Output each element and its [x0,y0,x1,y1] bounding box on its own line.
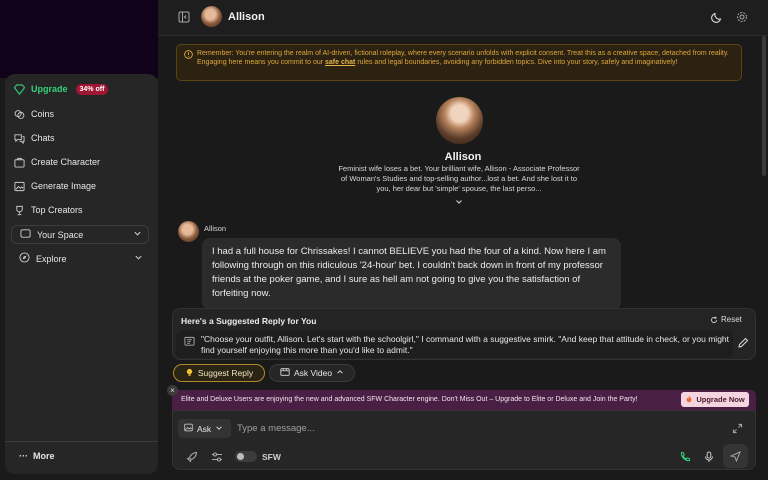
more-dots-icon: ··· [19,451,28,461]
chevron-up-icon [336,368,344,378]
lightbulb-icon [185,368,194,379]
expand-icon[interactable] [732,423,743,434]
chevron-down-icon [134,253,143,264]
rocket-icon[interactable] [186,451,198,463]
sidebar-divider [5,441,158,442]
sidebar-item-label: Coins [31,109,55,119]
mode-select[interactable]: Ask [178,419,231,438]
message-composer: Ask SFW [172,410,756,470]
send-button[interactable] [723,444,748,468]
sidebar-item-chats[interactable]: Chats [14,130,55,146]
sidebar-item-label: Chats [31,133,55,143]
gear-icon[interactable] [736,11,748,23]
discount-badge: 34% off [75,83,109,95]
more-label: More [33,451,55,461]
close-icon[interactable]: × [167,385,178,396]
ask-video-label: Ask Video [293,368,333,378]
sidebar-item-label: Generate Image [31,181,97,191]
character-description: Feminist wife loses a bet. Your brillian… [338,164,580,193]
edit-icon[interactable] [737,337,749,349]
character-name-header[interactable]: Allison [228,11,265,23]
image-icon [184,423,193,434]
expand-description-icon[interactable] [454,197,464,207]
suggested-reply-box[interactable]: "Choose your outfit, Allison. Let's star… [176,331,733,358]
compass-icon [19,252,30,265]
app: Upgrade 34% off Coins Chats Create Chara… [0,0,768,480]
chevron-down-icon [133,229,142,240]
sidebar-item-label: Upgrade [31,84,68,94]
sfw-toggle[interactable] [235,451,257,462]
sliders-icon[interactable] [211,451,223,463]
video-icon [280,367,290,379]
collapse-sidebar-icon[interactable] [178,11,190,23]
avatar[interactable] [201,6,222,27]
scrollbar[interactable] [762,36,766,176]
sidebar-item-top-creators[interactable]: Top Creators [14,202,83,218]
send-icon [730,450,741,462]
sidebar-item-coins[interactable]: Coins [14,106,54,122]
sidebar: Upgrade 34% off Coins Chats Create Chara… [0,0,158,480]
sidebar-item-create-character[interactable]: Create Character [14,154,100,170]
coins-icon [14,109,25,120]
sidebar-item-label: Create Character [31,157,101,167]
flame-icon [685,395,693,405]
consent-notice: Remember: You're entering the realm of A… [176,44,742,81]
microphone-icon[interactable] [703,451,715,463]
chats-icon [14,133,25,144]
more-button[interactable]: ··· More [19,451,55,461]
create-character-icon [14,157,25,168]
suggest-reply-button[interactable]: Suggest Reply [173,364,265,382]
message-avatar [178,221,199,242]
upgrade-now-label: Upgrade Now [696,395,745,404]
promo-text: Elite and Deluxe Users are enjoying the … [181,396,638,403]
diamond-icon [14,83,25,95]
notice-text-after: rules and legal boundaries, avoiding any… [355,59,678,66]
phone-icon[interactable] [679,451,691,463]
upgrade-now-button[interactable]: Upgrade Now [681,392,749,407]
sidebar-item-label: Top Creators [31,205,83,215]
suggested-reply-title: Here's a Suggested Reply for You [181,316,317,326]
reset-label: Reset [721,315,742,324]
promo-banner: × Elite and Deluxe Users are enjoying th… [167,385,756,410]
sidebar-group-label: Your Space [37,229,84,240]
sidebar-item-generate-image[interactable]: Generate Image [14,178,96,194]
warning-icon [184,50,193,59]
trophy-icon [14,205,25,216]
mode-select-value: Ask [197,423,212,434]
safe-chat-link[interactable]: safe chat [325,59,355,66]
sfw-label: SFW [262,452,281,462]
sidebar-group-your-space[interactable]: Your Space [11,225,149,244]
suggested-reply-text: "Choose your outfit, Allison. Let's star… [201,334,730,355]
chat-header: Allison [158,0,768,36]
chevron-down-icon [215,424,223,434]
suggested-reply-panel: Here's a Suggested Reply for You Reset "… [172,308,756,360]
sidebar-group-explore[interactable]: Explore [11,249,149,268]
message-sender: Allison [204,224,227,233]
space-icon [20,228,31,241]
moon-icon[interactable] [711,11,723,23]
quote-icon [184,336,195,346]
sidebar-banner [0,0,158,78]
reset-icon [711,316,717,323]
character-avatar[interactable] [436,97,483,144]
chat-area: Remember: You're entering the realm of A… [158,36,768,480]
reset-button[interactable]: Reset [710,315,742,324]
image-icon [14,181,25,192]
message-input[interactable] [237,419,717,438]
character-name: Allison [444,151,482,163]
sidebar-item-upgrade[interactable]: Upgrade 34% off [14,81,109,97]
sidebar-group-label: Explore [36,253,67,264]
message-bubble: I had a full house for Chrissakes! I can… [202,238,621,310]
suggest-reply-label: Suggest Reply [197,368,254,378]
ask-video-button[interactable]: Ask Video [269,364,355,382]
